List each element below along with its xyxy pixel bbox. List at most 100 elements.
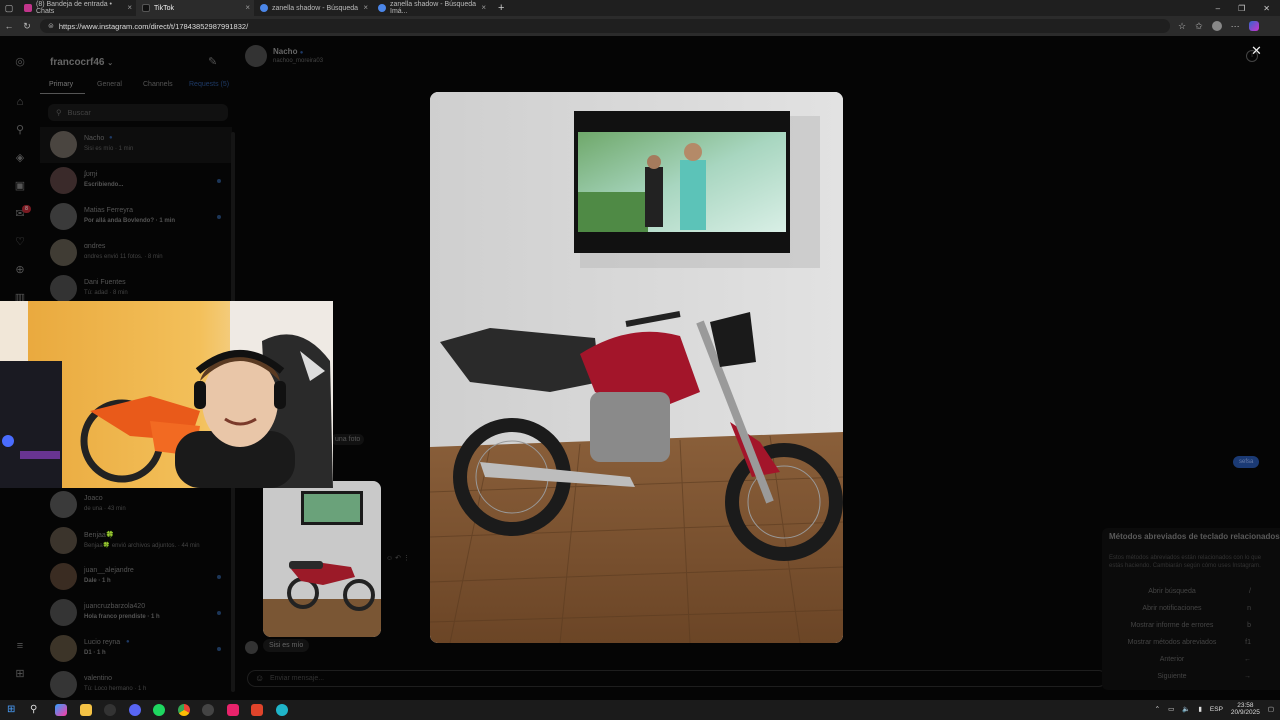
avatar [50,563,77,590]
reels-icon[interactable]: ▣ [13,179,27,193]
browser-tab-image-search[interactable]: zanella shadow - Búsqueda Imá... × [372,0,490,16]
chat-item[interactable]: juancruzbarzola420 Hola franco prendiste… [40,595,232,631]
clock-date: 20/9/2025 [1230,709,1260,716]
react-emoji-icon[interactable]: ☺ [386,555,393,562]
app-icon[interactable] [251,704,263,716]
address-bar-row: ← ↻ ⊜ https://www.instagram.com/direct/t… [0,16,1280,36]
copilot-icon[interactable] [1248,21,1259,31]
message-photo-thumbnail[interactable] [263,481,381,637]
app-icon[interactable] [104,704,116,716]
tab-actions-icon[interactable]: ▢ [0,3,18,14]
copilot-taskbar-icon[interactable] [55,704,67,716]
battery-icon[interactable]: ▮ [1198,705,1202,713]
chat-preview: Dale · 1 h [84,578,111,584]
minimize-icon[interactable]: – [1216,4,1220,13]
tab-primary[interactable]: Primary [49,81,73,88]
instagram-logo-icon[interactable]: ◎ [13,55,27,69]
tab-general[interactable]: General [97,81,122,88]
file-explorer-icon[interactable] [80,704,92,716]
more-icon[interactable]: ⋮ [403,555,410,562]
close-window-icon[interactable]: ✕ [1263,4,1270,13]
url-field[interactable]: ⊜ https://www.instagram.com/direct/t/178… [40,19,1170,33]
profile-avatar-icon[interactable] [1211,21,1222,31]
meta-apps-icon[interactable]: ⊞ [13,667,27,681]
edge-icon[interactable] [276,704,288,716]
chat-item[interactable]: ʄʊɱɨ Escribiendo... [40,163,232,199]
tray-chevron-icon[interactable]: ⌃ [1155,705,1160,713]
chat-item[interactable]: Matias Ferreyra Por allá anda Bovlendo? … [40,199,232,235]
emoji-icon[interactable]: ☺ [255,673,264,683]
lightbox-photo[interactable] [430,92,843,643]
chat-item-nacho[interactable]: Nacho ● Sisi es mío · 1 min [40,127,232,163]
close-tab-icon[interactable]: × [363,3,368,12]
language-indicator[interactable]: ESP [1210,706,1223,713]
windows-start-icon[interactable]: ⊞ [7,704,19,716]
home-icon[interactable]: ⌂ [13,95,27,109]
discord-icon[interactable] [129,704,141,716]
browser-tab-search[interactable]: zanella shadow - Búsqueda × [254,0,372,16]
new-tab-button[interactable]: + [490,2,512,14]
conversation-handle: nachoo_moreira03 [273,58,324,64]
verified-icon: ● [126,639,130,645]
reload-icon[interactable]: ↻ [18,21,36,32]
instagram-favicon-icon [24,4,32,12]
bookmark-star-icon[interactable]: ☆ [1178,21,1186,32]
browser-tab-tiktok[interactable]: TikTok × [136,0,254,16]
conversation-name[interactable]: Nacho ● [273,47,303,56]
menu-dots-icon[interactable]: ⋯ [1231,21,1240,32]
close-tab-icon[interactable]: × [127,3,132,12]
chat-preview: Sisi es mío · 1 min [84,146,134,152]
chat-item[interactable]: Lucio reyna ● D1 · 1 h [40,631,232,667]
chat-item[interactable]: juan__alejandre Dale · 1 h [40,559,232,595]
chat-item[interactable]: Joaco de una · 43 min [40,487,232,523]
notifications-icon[interactable]: ▢ [1268,705,1274,713]
maximize-icon[interactable]: ❐ [1238,4,1245,13]
chat-name: ʄʊɱɨ [84,171,98,178]
tab-requests[interactable]: Requests (5) [189,81,229,88]
chat-item[interactable]: ɑndres ɑndres envió 11 fotos. · 8 min [40,235,232,271]
compose-icon[interactable]: ✎ [208,55,217,68]
app-icon[interactable] [202,704,214,716]
reply-icon[interactable]: ↶ [395,555,401,562]
verified-icon: ● [299,50,304,56]
chat-item[interactable]: valentino Tú: Loco hermano · 1 h [40,667,232,703]
avatar [50,275,77,302]
sent-message-bubble: sefsa [1233,456,1260,468]
avatar [50,671,77,698]
site-info-icon[interactable]: ⊜ [48,22,54,30]
tab-channels[interactable]: Channels [143,81,173,88]
network-icon[interactable]: ▭ [1168,705,1174,713]
back-icon[interactable]: ← [0,21,18,31]
message-input[interactable]: ☺ Enviar mensaje... [247,670,1107,687]
search-icon[interactable]: ⚲ [13,123,27,137]
username-text: francocrf46 [50,57,105,68]
avatar [50,635,77,662]
close-tab-icon[interactable]: × [481,3,486,12]
chrome-icon[interactable] [178,704,190,716]
account-username[interactable]: francocrf46 ⌄ [50,57,113,68]
create-icon[interactable]: ⊕ [13,263,27,277]
tiktok-live-icon[interactable] [227,704,239,716]
search-input[interactable]: ⚲ Buscar [48,104,228,121]
close-tab-icon[interactable]: × [245,3,250,12]
shortcut-label: Mostrar métodos abreviados [1127,639,1217,646]
browser-tab-instagram[interactable]: (8) Bandeja de entrada • Chats × [18,0,136,16]
webcam-feed [0,301,333,488]
volume-icon[interactable]: 🔈 [1182,705,1190,713]
spotify-icon[interactable] [153,704,165,716]
chat-name: ɑndres [84,243,106,250]
chat-item[interactable]: Benjaa🍀 Benjaa🍀 envió archivos adjuntos.… [40,523,232,559]
favorites-icon[interactable]: ✩ [1195,21,1203,32]
conversation-avatar[interactable] [245,45,267,67]
unread-dot [217,611,221,615]
more-menu-icon[interactable]: ≡ [13,639,27,653]
shortcut-label: Abrir búsqueda [1148,588,1196,595]
tab-underline [40,93,85,94]
chat-name: Dani Fuentes [84,279,126,286]
explore-icon[interactable]: ◈ [13,151,27,165]
clock[interactable]: 23:58 20/9/2025 [1231,702,1260,716]
close-lightbox-icon[interactable]: ✕ [1251,43,1262,59]
search-icon[interactable]: ⚲ [30,704,42,716]
thumbnail-image [263,481,381,637]
notifications-heart-icon[interactable]: ♡ [13,235,27,249]
